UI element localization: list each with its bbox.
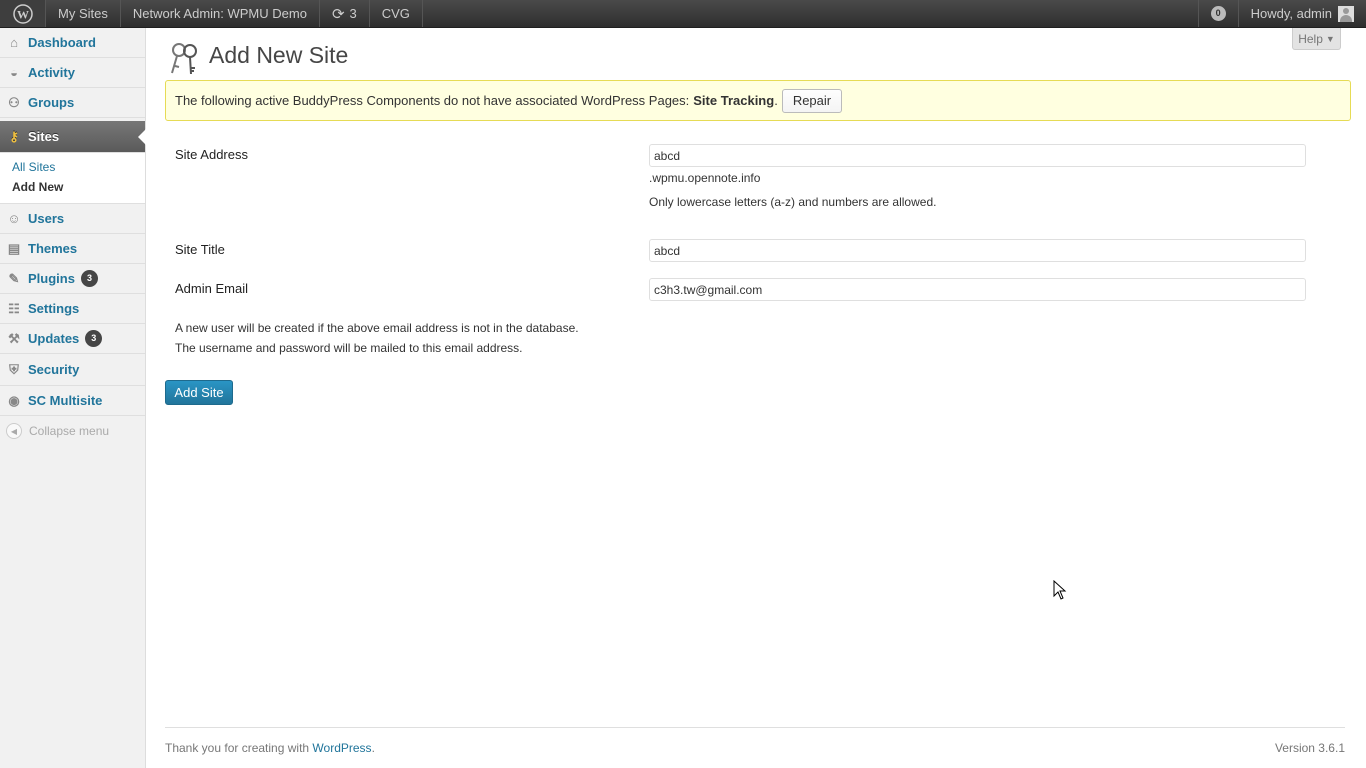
repair-button[interactable]: Repair [781,88,843,113]
menu-label: Sites [28,129,60,144]
users-icon: ☺ [7,211,21,226]
avatar [1338,5,1354,22]
submenu-add-new[interactable]: Add New [0,177,145,197]
mouse-cursor-icon [1053,580,1067,600]
updates-count-badge: 3 [85,330,103,347]
multisite-icon: ◉ [8,392,20,408]
page-title: Add New Site [209,42,349,68]
menu-item-sites[interactable]: ⚷ Sites [0,121,146,153]
admin-email-input[interactable] [649,278,1306,301]
menu-item-themes[interactable]: ▤ Themes [0,234,145,264]
footer-thanks-text: Thank you for creating with [165,741,310,755]
admin-sidebar: ⌂ Dashboard ◒ Activity ⚇ Groups ⚷ Sites … [0,28,146,768]
site-address-input[interactable] [649,144,1306,167]
my-sites-menu[interactable]: My Sites [46,0,121,27]
menu-item-sc-multisite[interactable]: ◉ SC Multisite [0,386,145,416]
activity-icon: ◒ [10,65,18,80]
admin-bar: W My Sites Network Admin: WPMU Demo ⟳ 3 … [0,0,1366,28]
sites-keys-icon [171,43,197,75]
buddypress-notice: The following active BuddyPress Componen… [165,80,1351,121]
footer-version: Version 3.6.1 [1274,741,1345,755]
site-address-suffix: .wpmu.opennote.info [649,171,761,185]
menu-item-users[interactable]: ☺ Users [0,204,145,234]
menu-label: Security [28,362,80,377]
sites-submenu: All Sites Add New [0,153,145,204]
menu-label: Activity [28,65,75,80]
menu-label: Dashboard [28,35,96,50]
site-address-label: Site Address [175,147,248,162]
admin-email-label: Admin Email [175,281,248,296]
menu-label: Plugins [28,271,75,286]
security-icon: ⛨ [9,361,19,377]
menu-item-groups[interactable]: ⚇ Groups [0,88,145,118]
help-label: Help [1298,31,1323,46]
footer-period: . [371,741,375,755]
updates-count: 3 [349,6,357,21]
help-tab-button[interactable]: Help ▼ [1292,28,1341,50]
groups-icon: ⚇ [8,94,20,110]
svg-text:W: W [17,7,29,21]
notifications-menu[interactable]: 0 [1197,0,1238,27]
howdy-label: Howdy, admin [1250,6,1332,21]
notifications-count: 0 [1210,6,1226,21]
footer-thanks: Thank you for creating with WordPress. [165,741,375,755]
menu-label: Themes [28,241,78,256]
collapse-label: Collapse menu [29,424,110,438]
menu-label: Users [28,211,65,226]
info-line-1: A new user will be created if the above … [175,321,579,335]
collapse-menu-button[interactable]: ◀ Collapse menu [0,416,145,446]
site-title-label: Site Title [175,242,225,257]
notice-text: The following active BuddyPress Componen… [175,93,690,108]
wordpress-link[interactable]: WordPress [312,741,371,755]
plugins-count-badge: 3 [80,270,98,287]
site-menu[interactable]: CVG [370,0,423,27]
refresh-icon: ⟳ [331,5,345,23]
info-line-2: The username and password will be mailed… [175,341,523,355]
notice-period: . [774,93,778,108]
menu-item-activity[interactable]: ◒ Activity [0,58,145,88]
site-address-hint: Only lowercase letters (a-z) and numbers… [649,195,937,209]
updates-icon: ⚒ [8,330,20,346]
add-site-button[interactable]: Add Site [165,380,233,405]
settings-icon: ☷ [8,300,20,316]
menu-item-settings[interactable]: ☷ Settings [0,294,145,324]
menu-item-security[interactable]: ⛨ Security [0,354,145,386]
site-title-input[interactable] [649,239,1306,262]
menu-label: SC Multisite [28,393,103,408]
menu-item-updates[interactable]: ⚒ Updates 3 [0,324,145,354]
notice-component: Site Tracking [693,93,775,108]
plugins-icon: ✎ [8,270,20,286]
updates-menu[interactable]: ⟳ 3 [320,0,370,27]
footer: Thank you for creating with WordPress. V… [165,727,1345,755]
sites-icon: ⚷ [9,128,19,144]
menu-label: Settings [28,301,80,316]
menu-label: Updates [28,331,80,346]
main-content: Help ▼ Add New Site The following active… [146,28,1366,768]
chevron-down-icon: ▼ [1325,33,1335,44]
menu-item-dashboard[interactable]: ⌂ Dashboard [0,28,145,58]
collapse-arrow-icon: ◀ [6,423,22,439]
themes-icon: ▤ [7,240,21,256]
account-menu[interactable]: Howdy, admin [1237,0,1366,27]
network-admin-menu[interactable]: Network Admin: WPMU Demo [121,0,320,27]
submenu-all-sites[interactable]: All Sites [0,157,145,177]
wordpress-logo-icon[interactable]: W [0,0,46,27]
menu-label: Groups [28,95,75,110]
menu-item-plugins[interactable]: ✎ Plugins 3 [0,264,145,294]
home-icon: ⌂ [10,35,18,50]
